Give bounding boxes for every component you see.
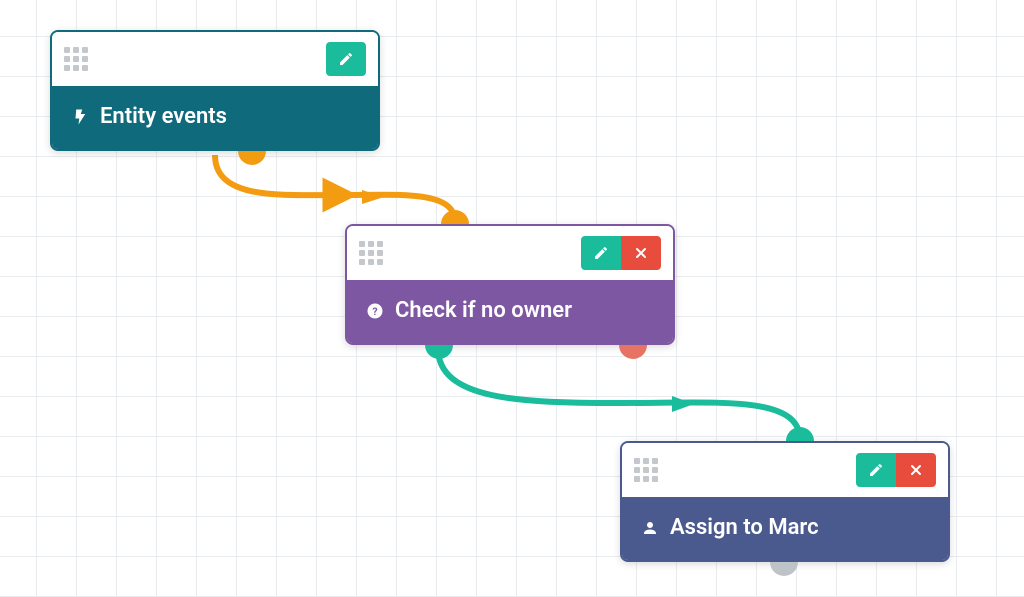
node-body: Entity events (52, 86, 378, 149)
pencil-icon (868, 462, 884, 478)
edit-button[interactable] (856, 453, 896, 487)
node-header[interactable] (622, 443, 948, 497)
node-header[interactable] (52, 32, 378, 86)
node-title: Assign to Marc (670, 515, 819, 540)
workflow-canvas[interactable]: Entity events (0, 0, 1024, 597)
question-icon: ? (365, 301, 385, 321)
input-port[interactable] (441, 210, 469, 224)
svg-text:?: ? (372, 304, 377, 317)
node-title: Entity events (100, 104, 227, 129)
edit-button[interactable] (326, 42, 366, 76)
delete-button[interactable] (621, 236, 661, 270)
close-icon (633, 245, 649, 261)
input-port[interactable] (786, 427, 814, 441)
delete-button[interactable] (896, 453, 936, 487)
edit-button[interactable] (581, 236, 621, 270)
bolt-icon (70, 107, 90, 127)
output-port-false[interactable] (619, 345, 647, 359)
node-title: Check if no owner (395, 298, 572, 323)
node-check-owner[interactable]: ? Check if no owner (345, 224, 675, 345)
drag-handle-icon[interactable] (359, 241, 383, 265)
user-icon (640, 518, 660, 538)
output-port[interactable] (238, 151, 266, 165)
node-assign-to-marc[interactable]: Assign to Marc (620, 441, 950, 562)
node-body: Assign to Marc (622, 497, 948, 560)
output-port[interactable] (770, 562, 798, 576)
output-port-true[interactable] (425, 345, 453, 359)
node-header[interactable] (347, 226, 673, 280)
pencil-icon (593, 245, 609, 261)
node-entity-events[interactable]: Entity events (50, 30, 380, 151)
drag-handle-icon[interactable] (64, 47, 88, 71)
drag-handle-icon[interactable] (634, 458, 658, 482)
node-body: ? Check if no owner (347, 280, 673, 343)
close-icon (908, 462, 924, 478)
pencil-icon (338, 51, 354, 67)
